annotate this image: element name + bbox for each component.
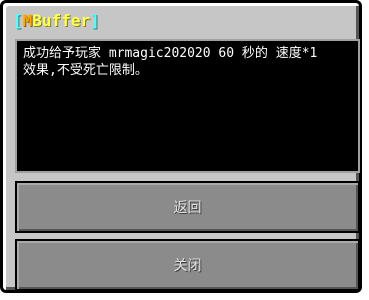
message-line-1: 成功给予玩家 mrmagic202020 60 秒的 速度*1 — [23, 46, 318, 61]
buffer-dialog: [MBuffer] 成功给予玩家 mrmagic202020 60 秒的 速度*… — [0, 0, 362, 293]
message-line-2: 效果,不受死亡限制。 — [23, 63, 148, 78]
title-rest: Buffer — [32, 11, 91, 30]
close-button[interactable]: 关闭 — [15, 239, 360, 291]
dialog-title: [MBuffer] — [13, 11, 100, 31]
back-button[interactable]: 返回 — [15, 181, 360, 233]
title-right-bracket: ] — [90, 11, 100, 30]
title-left-bracket: [ — [13, 11, 23, 30]
message-box: 成功给予玩家 mrmagic202020 60 秒的 速度*1 效果,不受死亡限… — [15, 39, 360, 173]
title-m: M — [22, 11, 33, 30]
